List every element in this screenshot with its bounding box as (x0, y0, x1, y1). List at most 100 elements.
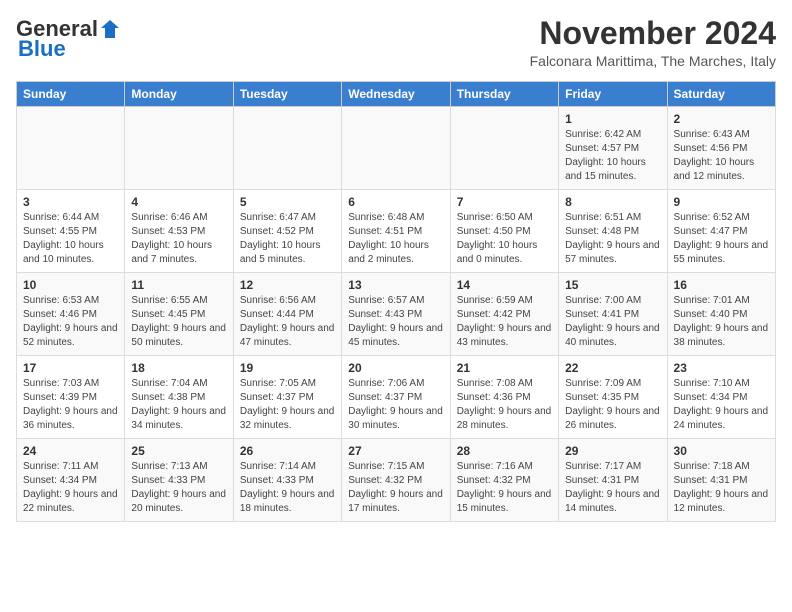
calendar-cell (17, 107, 125, 190)
calendar-cell: 9 Sunrise: 6:52 AM Sunset: 4:47 PM Daylig… (667, 190, 775, 273)
day-info: Sunrise: 7:04 AM Sunset: 4:38 PM Dayligh… (131, 377, 226, 433)
calendar-cell (233, 107, 341, 190)
day-number: 27 (348, 444, 443, 458)
calendar-cell (450, 107, 558, 190)
calendar-cell: 2Sunrise: 6:43 AM Sunset: 4:56 PM Daylig… (667, 107, 775, 190)
day-number: 29 (565, 444, 660, 458)
day-info: Sunrise: 6:43 AM Sunset: 4:56 PM Dayligh… (674, 128, 769, 184)
calendar-cell (125, 107, 233, 190)
day-number: 13 (348, 278, 443, 292)
day-info: Sunrise: 7:17 AM Sunset: 4:31 PM Dayligh… (565, 460, 660, 516)
header: General Blue November 2024 Falconara Mar… (16, 16, 776, 69)
col-header-thursday: Thursday (450, 82, 558, 107)
calendar-cell: 29 Sunrise: 7:17 AM Sunset: 4:31 PM Dayli… (559, 439, 667, 522)
day-number: 23 (674, 361, 769, 375)
calendar-cell: 11 Sunrise: 6:55 AM Sunset: 4:45 PM Dayli… (125, 273, 233, 356)
day-info: Sunrise: 7:06 AM Sunset: 4:37 PM Dayligh… (348, 377, 443, 433)
day-number: 17 (23, 361, 118, 375)
day-number: 3 (23, 195, 118, 209)
day-info: Sunrise: 6:56 AM Sunset: 4:44 PM Dayligh… (240, 294, 335, 350)
calendar-cell: 28 Sunrise: 7:16 AM Sunset: 4:32 PM Dayli… (450, 439, 558, 522)
day-info: Sunrise: 7:15 AM Sunset: 4:32 PM Dayligh… (348, 460, 443, 516)
day-number: 25 (131, 444, 226, 458)
day-info: Sunrise: 6:52 AM Sunset: 4:47 PM Dayligh… (674, 211, 769, 267)
calendar-cell: 20Sunrise: 7:06 AM Sunset: 4:37 PM Dayli… (342, 356, 450, 439)
calendar-cell: 12 Sunrise: 6:56 AM Sunset: 4:44 PM Dayli… (233, 273, 341, 356)
day-number: 21 (457, 361, 552, 375)
col-header-tuesday: Tuesday (233, 82, 341, 107)
day-number: 7 (457, 195, 552, 209)
day-number: 8 (565, 195, 660, 209)
calendar-cell: 21 Sunrise: 7:08 AM Sunset: 4:36 PM Dayli… (450, 356, 558, 439)
day-info: Sunrise: 6:47 AM Sunset: 4:52 PM Dayligh… (240, 211, 335, 267)
calendar-cell: 15Sunrise: 7:00 AM Sunset: 4:41 PM Dayli… (559, 273, 667, 356)
day-info: Sunrise: 6:48 AM Sunset: 4:51 PM Dayligh… (348, 211, 443, 267)
calendar-cell (342, 107, 450, 190)
calendar-cell: 7 Sunrise: 6:50 AM Sunset: 4:50 PM Daylig… (450, 190, 558, 273)
day-number: 1 (565, 112, 660, 126)
day-number: 4 (131, 195, 226, 209)
day-number: 16 (674, 278, 769, 292)
calendar-cell: 3 Sunrise: 6:44 AM Sunset: 4:55 PM Daylig… (17, 190, 125, 273)
day-info: Sunrise: 7:16 AM Sunset: 4:32 PM Dayligh… (457, 460, 552, 516)
day-info: Sunrise: 7:01 AM Sunset: 4:40 PM Dayligh… (674, 294, 769, 350)
day-number: 24 (23, 444, 118, 458)
calendar-cell: 10 Sunrise: 6:53 AM Sunset: 4:46 PM Dayli… (17, 273, 125, 356)
calendar-cell: 25 Sunrise: 7:13 AM Sunset: 4:33 PM Dayli… (125, 439, 233, 522)
subtitle: Falconara Marittima, The Marches, Italy (530, 53, 776, 69)
calendar-cell: 14 Sunrise: 6:59 AM Sunset: 4:42 PM Dayli… (450, 273, 558, 356)
day-number: 26 (240, 444, 335, 458)
day-info: Sunrise: 7:11 AM Sunset: 4:34 PM Dayligh… (23, 460, 118, 516)
day-info: Sunrise: 6:44 AM Sunset: 4:55 PM Dayligh… (23, 211, 118, 267)
day-number: 14 (457, 278, 552, 292)
day-info: Sunrise: 6:59 AM Sunset: 4:42 PM Dayligh… (457, 294, 552, 350)
day-info: Sunrise: 7:14 AM Sunset: 4:33 PM Dayligh… (240, 460, 335, 516)
day-info: Sunrise: 6:57 AM Sunset: 4:43 PM Dayligh… (348, 294, 443, 350)
calendar-cell: 18 Sunrise: 7:04 AM Sunset: 4:38 PM Dayli… (125, 356, 233, 439)
col-header-wednesday: Wednesday (342, 82, 450, 107)
day-info: Sunrise: 6:51 AM Sunset: 4:48 PM Dayligh… (565, 211, 660, 267)
day-info: Sunrise: 6:46 AM Sunset: 4:53 PM Dayligh… (131, 211, 226, 267)
day-number: 12 (240, 278, 335, 292)
day-number: 10 (23, 278, 118, 292)
day-info: Sunrise: 7:10 AM Sunset: 4:34 PM Dayligh… (674, 377, 769, 433)
day-number: 30 (674, 444, 769, 458)
month-title: November 2024 (530, 16, 776, 51)
calendar-cell: 23 Sunrise: 7:10 AM Sunset: 4:34 PM Dayli… (667, 356, 775, 439)
day-info: Sunrise: 7:09 AM Sunset: 4:35 PM Dayligh… (565, 377, 660, 433)
day-info: Sunrise: 7:08 AM Sunset: 4:36 PM Dayligh… (457, 377, 552, 433)
day-number: 9 (674, 195, 769, 209)
calendar-cell: 8 Sunrise: 6:51 AM Sunset: 4:48 PM Daylig… (559, 190, 667, 273)
col-header-sunday: Sunday (17, 82, 125, 107)
col-header-monday: Monday (125, 82, 233, 107)
day-number: 11 (131, 278, 226, 292)
logo: General Blue (16, 16, 122, 62)
col-header-saturday: Saturday (667, 82, 775, 107)
day-info: Sunrise: 7:00 AM Sunset: 4:41 PM Dayligh… (565, 294, 660, 350)
calendar-table: SundayMondayTuesdayWednesdayThursdayFrid… (16, 81, 776, 522)
day-info: Sunrise: 7:13 AM Sunset: 4:33 PM Dayligh… (131, 460, 226, 516)
logo-icon (99, 18, 121, 40)
day-info: Sunrise: 7:03 AM Sunset: 4:39 PM Dayligh… (23, 377, 118, 433)
day-info: Sunrise: 6:53 AM Sunset: 4:46 PM Dayligh… (23, 294, 118, 350)
calendar-cell: 24 Sunrise: 7:11 AM Sunset: 4:34 PM Dayli… (17, 439, 125, 522)
calendar-cell: 30Sunrise: 7:18 AM Sunset: 4:31 PM Dayli… (667, 439, 775, 522)
day-info: Sunrise: 6:55 AM Sunset: 4:45 PM Dayligh… (131, 294, 226, 350)
calendar-cell: 26 Sunrise: 7:14 AM Sunset: 4:33 PM Dayli… (233, 439, 341, 522)
day-number: 6 (348, 195, 443, 209)
day-info: Sunrise: 6:42 AM Sunset: 4:57 PM Dayligh… (565, 128, 660, 184)
calendar-cell: 27 Sunrise: 7:15 AM Sunset: 4:32 PM Dayli… (342, 439, 450, 522)
day-number: 5 (240, 195, 335, 209)
calendar-cell: 4 Sunrise: 6:46 AM Sunset: 4:53 PM Daylig… (125, 190, 233, 273)
logo-blue: Blue (18, 36, 66, 62)
calendar-cell: 1 Sunrise: 6:42 AM Sunset: 4:57 PM Daylig… (559, 107, 667, 190)
day-number: 18 (131, 361, 226, 375)
calendar-cell: 16 Sunrise: 7:01 AM Sunset: 4:40 PM Dayli… (667, 273, 775, 356)
day-info: Sunrise: 7:05 AM Sunset: 4:37 PM Dayligh… (240, 377, 335, 433)
day-info: Sunrise: 6:50 AM Sunset: 4:50 PM Dayligh… (457, 211, 552, 267)
calendar-cell: 19 Sunrise: 7:05 AM Sunset: 4:37 PM Dayli… (233, 356, 341, 439)
day-number: 28 (457, 444, 552, 458)
day-number: 19 (240, 361, 335, 375)
calendar-cell: 17 Sunrise: 7:03 AM Sunset: 4:39 PM Dayli… (17, 356, 125, 439)
calendar-cell: 22Sunrise: 7:09 AM Sunset: 4:35 PM Dayli… (559, 356, 667, 439)
